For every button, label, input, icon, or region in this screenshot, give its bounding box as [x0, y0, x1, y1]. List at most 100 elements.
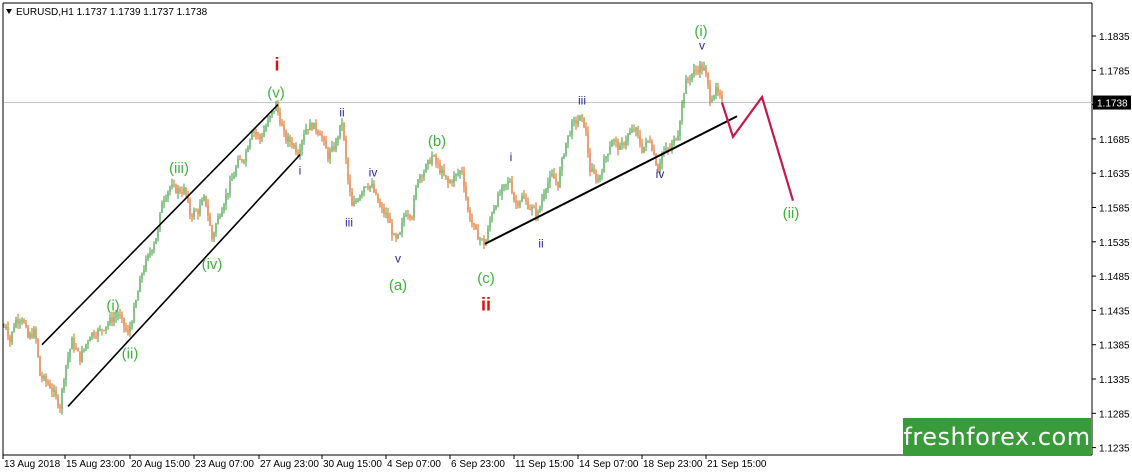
- candle-body: [65, 365, 67, 381]
- candle-body: [225, 194, 227, 205]
- candle-body: [353, 201, 355, 206]
- candle-body: [357, 200, 359, 202]
- candle-body: [505, 184, 507, 186]
- candle-body: [487, 228, 489, 241]
- candle-body: [31, 333, 33, 338]
- candle-body: [665, 148, 667, 152]
- price-tick-label: 1.1585: [1099, 204, 1130, 215]
- candle-body: [321, 135, 323, 138]
- candle-body: [207, 205, 209, 217]
- candle-body: [369, 185, 371, 189]
- candle-body: [163, 200, 165, 203]
- candle-body: [641, 144, 643, 153]
- candle-body: [521, 195, 523, 202]
- time-tick-label: 13 Aug 2018: [4, 459, 61, 470]
- candle-body: [361, 192, 363, 196]
- candle-body: [437, 162, 439, 165]
- wave-label: (iii): [169, 160, 189, 177]
- candle-body: [79, 351, 81, 362]
- candle-body: [643, 146, 645, 153]
- price-chart[interactable]: i(v)(iii)(iv)(i)(ii)iiiiiiivv(a)(b)(c)ii…: [0, 0, 1132, 474]
- candle-body: [673, 138, 675, 144]
- candle-body: [483, 239, 485, 246]
- candle-body: [701, 64, 703, 71]
- candle-body: [257, 134, 259, 136]
- candle-body: [277, 102, 279, 113]
- candle-body: [71, 338, 73, 350]
- chart-background: [0, 0, 1132, 474]
- candle-body: [189, 200, 191, 216]
- candle-body: [451, 180, 453, 183]
- candle-body: [249, 139, 251, 148]
- candle-body: [549, 175, 551, 183]
- candle-body: [105, 326, 107, 331]
- candle-body: [347, 158, 349, 180]
- candle-body: [429, 160, 431, 164]
- candle-body: [349, 179, 351, 192]
- candle-body: [603, 159, 605, 173]
- candle-body: [625, 140, 627, 146]
- candle-body: [273, 110, 275, 112]
- wave-label: iv: [369, 166, 378, 180]
- candle-body: [635, 128, 637, 131]
- time-tick-label: 4 Sep 07:00: [387, 459, 441, 470]
- candle-body: [511, 181, 513, 193]
- candle-body: [33, 328, 35, 338]
- candle-body: [203, 195, 205, 201]
- candle-body: [21, 319, 23, 322]
- candle-body: [541, 199, 543, 207]
- candle-body: [229, 180, 231, 194]
- candle-body: [91, 332, 93, 338]
- current-price-tag: 1.1738: [1093, 95, 1131, 110]
- candle-body: [99, 329, 101, 331]
- candle-body: [667, 148, 669, 150]
- candle-body: [137, 292, 139, 301]
- candle-body: [359, 195, 361, 201]
- candle-body: [315, 122, 317, 131]
- candle-body: [27, 326, 29, 338]
- price-tick-label: 1.1235: [1099, 444, 1130, 455]
- candle-body: [177, 188, 179, 193]
- candle-body: [601, 172, 603, 176]
- candle-body: [145, 259, 147, 270]
- candle-body: [121, 315, 123, 319]
- time-tick-label: 27 Aug 23:00: [260, 459, 319, 470]
- candle-body: [681, 103, 683, 122]
- candle-body: [311, 123, 313, 130]
- candle-body: [575, 120, 577, 124]
- candle-body: [471, 219, 473, 223]
- candle-body: [97, 329, 99, 337]
- symbol-header: EURUSD,H1 1.1737 1.1739 1.1737 1.1738: [6, 7, 208, 18]
- candle-body: [491, 213, 493, 221]
- wave-label: (ii): [122, 345, 139, 362]
- candle-body: [29, 333, 31, 338]
- candle-body: [117, 314, 119, 316]
- candle-body: [417, 179, 419, 188]
- candle-body: [319, 133, 321, 136]
- time-tick-label: 20 Aug 15:00: [131, 459, 190, 470]
- candle-body: [113, 317, 115, 323]
- wave-label: (v): [267, 85, 285, 102]
- time-tick-label: 14 Sep 07:00: [579, 459, 639, 470]
- candle-body: [317, 130, 319, 134]
- candle-body: [545, 189, 547, 194]
- candle-body: [547, 182, 549, 190]
- candle-body: [413, 198, 415, 218]
- current-price-value: 1.1738: [1097, 99, 1128, 110]
- candle-body: [615, 140, 617, 142]
- price-tick-label: 1.1635: [1099, 169, 1130, 180]
- wave-label: ii: [538, 236, 543, 250]
- candle-body: [439, 164, 441, 174]
- candle-body: [411, 217, 413, 219]
- candle-body: [721, 95, 723, 99]
- freshforex-logo: freshforex.com: [903, 418, 1091, 456]
- candle-body: [463, 171, 465, 187]
- candle-body: [605, 156, 607, 160]
- candle-body: [263, 130, 265, 137]
- candle-body: [533, 207, 535, 209]
- candle-body: [323, 137, 325, 141]
- candle-body: [407, 214, 409, 216]
- candle-body: [233, 175, 235, 179]
- candle-body: [295, 145, 297, 153]
- candle-body: [689, 79, 691, 81]
